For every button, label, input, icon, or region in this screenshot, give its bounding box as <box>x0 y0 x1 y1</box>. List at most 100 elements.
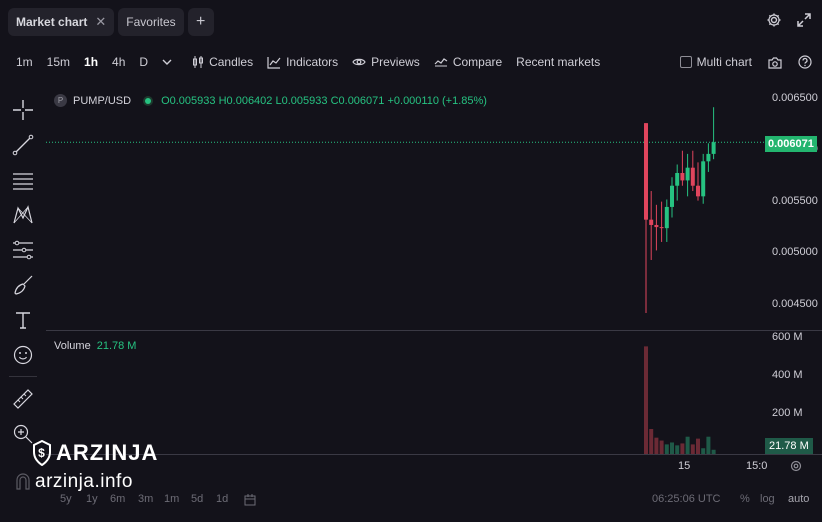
candle-body <box>690 167 695 186</box>
svg-text:$: $ <box>38 446 46 460</box>
volume-last-tag: 21.78 M <box>765 438 813 454</box>
ruler-tool[interactable] <box>6 381 40 416</box>
parallel-lines-icon <box>13 172 33 190</box>
time-tick: 15:0 <box>746 460 768 472</box>
volume-value: 21.78 M <box>96 340 137 352</box>
candlestick-plot[interactable] <box>46 86 766 454</box>
auto-toggle[interactable]: auto <box>788 493 809 505</box>
help-icon[interactable] <box>798 55 812 69</box>
utc-clock[interactable]: 06:25:06 UTC <box>652 493 720 505</box>
close-icon[interactable]: ✕ <box>95 14 106 30</box>
expand-icon[interactable] <box>796 12 812 28</box>
crosshair-icon <box>13 99 33 120</box>
candle-body <box>701 161 706 197</box>
add-tab-button[interactable]: + <box>187 8 214 36</box>
tab-market-chart-label: Market chart <box>16 15 88 29</box>
indicators-label: Indicators <box>286 55 339 69</box>
volume-axis[interactable]: 600 M 400 M 200 M <box>768 331 822 453</box>
tool-divider <box>9 376 37 377</box>
volume-bar <box>654 437 659 454</box>
brush-tool[interactable] <box>6 267 40 302</box>
tab-bar: Market chart ✕ Favorites + <box>0 0 822 44</box>
symbol-name[interactable]: PUMP/USD <box>73 95 131 107</box>
candle-body <box>680 172 685 181</box>
volume-bar <box>670 442 674 454</box>
gear-icon[interactable] <box>766 12 782 28</box>
range-1m[interactable]: 1m <box>164 493 179 505</box>
symbol-legend: P PUMP/USD O0.005933 H0.006402 L0.005933… <box>54 94 487 107</box>
timeframe-d[interactable]: D <box>139 55 148 69</box>
volume-bar <box>649 429 654 454</box>
last-price-tag: 0.006071 <box>765 136 817 152</box>
indicators-button[interactable]: Indicators <box>267 55 338 69</box>
percent-toggle[interactable]: % <box>740 493 750 505</box>
volume-tick: 600 M <box>772 331 803 343</box>
previews-button[interactable]: Previews <box>352 55 420 69</box>
candle-body <box>664 206 669 229</box>
compare-button[interactable]: Compare <box>434 55 502 69</box>
fib-tool[interactable] <box>6 232 40 267</box>
market-status-dot <box>145 97 152 104</box>
close-value: 0.006071 <box>338 94 385 107</box>
multi-chart-label: Multi chart <box>696 55 752 69</box>
trend-line-tool[interactable] <box>6 127 40 162</box>
settings-gear-icon[interactable] <box>789 459 803 473</box>
high-key: H <box>218 94 227 107</box>
candle-body <box>711 142 716 154</box>
log-toggle[interactable]: log <box>760 493 775 505</box>
price-axis[interactable]: 0.006500 0.006000 0.005500 0.005000 0.00… <box>768 86 822 330</box>
symbol-logo-icon: P <box>54 94 67 107</box>
timeframe-1m[interactable]: 1m <box>16 55 33 69</box>
price-tick: 0.005000 <box>772 246 818 258</box>
ruler-icon <box>13 388 33 409</box>
candle-body <box>696 185 700 197</box>
timeframe-1h[interactable]: 1h <box>84 55 98 69</box>
tab-market-chart[interactable]: Market chart ✕ <box>8 8 115 36</box>
candles-icon <box>193 56 204 68</box>
volume-bar <box>680 443 685 454</box>
price-tick: 0.005500 <box>772 195 818 207</box>
pattern-tool[interactable] <box>6 197 40 232</box>
open-value: 0.005933 <box>169 94 216 107</box>
timeframe-dropdown[interactable] <box>162 57 172 67</box>
chevron-down-icon <box>162 59 172 65</box>
volume-bar <box>659 440 664 454</box>
multi-chart-toggle[interactable]: Multi chart <box>679 55 752 69</box>
watermark: $ ARZINJA arzinja.info <box>32 440 162 500</box>
drawing-toolbar <box>6 92 40 499</box>
text-tool[interactable] <box>6 302 40 337</box>
timeframe-4h[interactable]: 4h <box>112 55 125 69</box>
tab-favorites-label: Favorites <box>126 15 176 29</box>
candle-body <box>685 167 690 181</box>
chart-area[interactable]: P PUMP/USD O0.005933 H0.006402 L0.005933… <box>46 86 822 522</box>
close-key: C <box>330 94 339 107</box>
multi-chart-checkbox[interactable] <box>679 56 692 68</box>
pane-divider[interactable] <box>46 330 822 331</box>
range-1d[interactable]: 1d <box>216 493 228 505</box>
horizontal-lines-tool[interactable] <box>6 162 40 197</box>
calendar-icon[interactable] <box>244 494 256 506</box>
eye-icon <box>352 58 366 66</box>
camera-icon[interactable] <box>768 56 782 69</box>
brush-icon <box>14 275 33 295</box>
time-tick: 15 <box>678 460 691 472</box>
emoji-tool[interactable] <box>6 337 40 372</box>
plus-icon: + <box>195 13 206 30</box>
low-value: 0.005933 <box>281 94 328 107</box>
ohlc-values: O0.005933 H0.006402 L0.005933 C0.006071 … <box>161 95 487 107</box>
crosshair-tool[interactable] <box>6 92 40 127</box>
timeframe-15m[interactable]: 15m <box>47 55 70 69</box>
candle-body <box>706 153 711 162</box>
volume-legend: Volume 21.78 M <box>54 340 136 352</box>
compare-icon <box>434 58 448 67</box>
candle-body <box>649 219 654 225</box>
volume-bar <box>675 445 680 454</box>
range-5d[interactable]: 5d <box>191 493 203 505</box>
recent-markets-button[interactable]: Recent markets <box>516 55 600 69</box>
chart-toolbar: 1m 15m 1h 4h D Candles Indicators Previe… <box>0 48 822 76</box>
candle-body <box>659 227 664 229</box>
tab-favorites[interactable]: Favorites <box>118 8 184 36</box>
magnet-icon <box>16 472 30 490</box>
volume-tick: 400 M <box>772 369 803 381</box>
candles-button[interactable]: Candles <box>192 55 253 69</box>
